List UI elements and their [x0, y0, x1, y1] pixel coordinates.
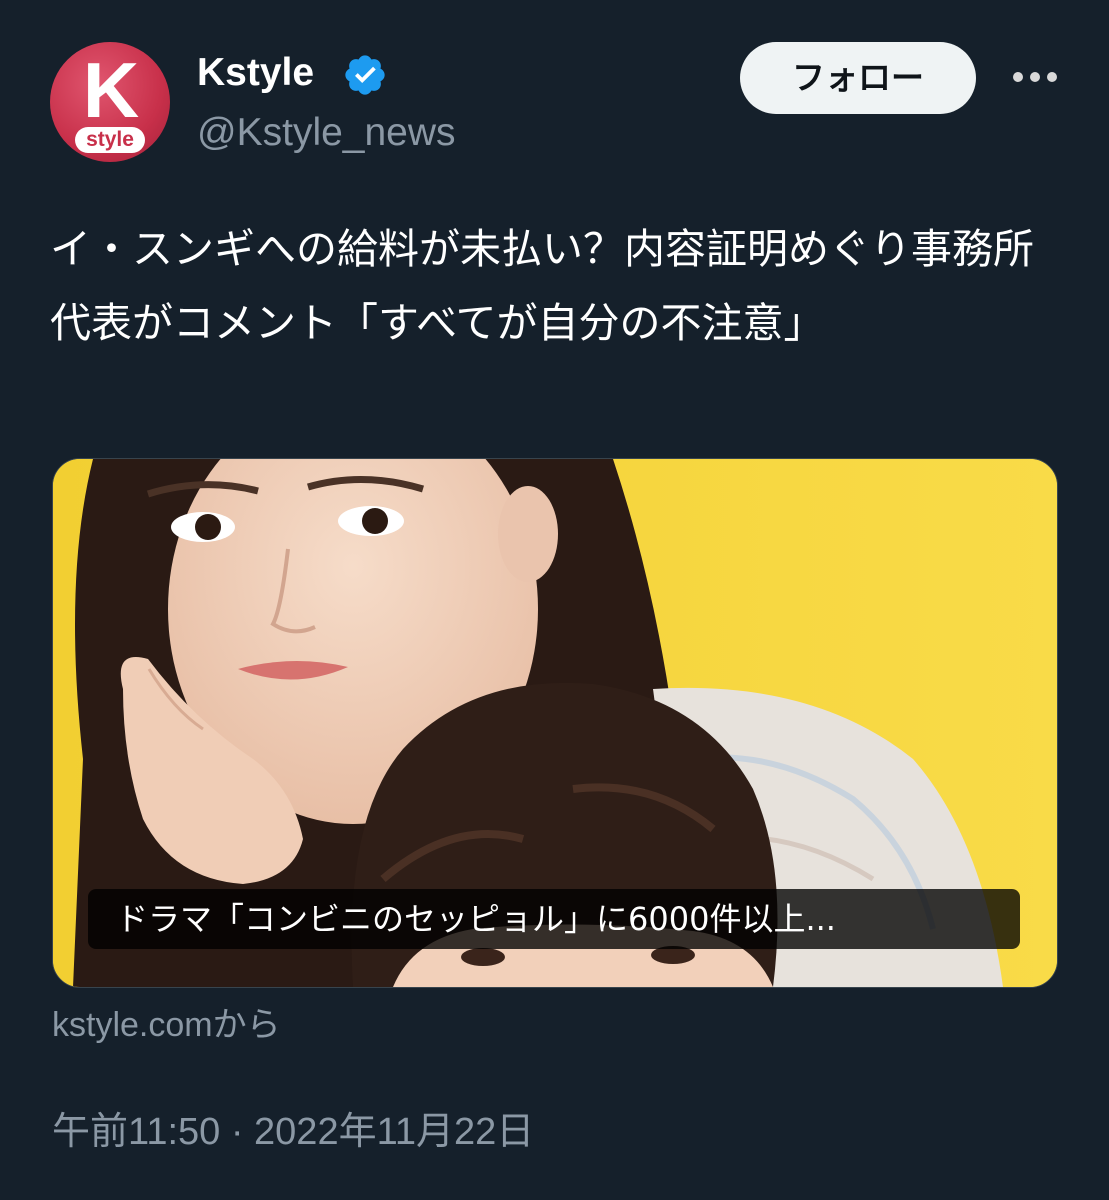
follow-button[interactable]: フォロー	[740, 42, 976, 114]
author-handle[interactable]: @Kstyle_news	[197, 110, 456, 156]
more-dot	[1047, 72, 1057, 82]
link-preview-card[interactable]: ドラマ「コンビニのセッピョル」に6000件以上...	[52, 458, 1058, 988]
author-avatar[interactable]: K style	[50, 42, 170, 162]
link-source[interactable]: kstyle.comから	[52, 1003, 281, 1047]
more-dot	[1013, 72, 1023, 82]
avatar-logo-sublabel: style	[75, 127, 145, 153]
verified-badge-icon	[345, 55, 385, 95]
more-options-icon[interactable]	[1003, 58, 1063, 98]
tweet-text: イ・スンギへの給料が未払い？内容証明めぐり事務所代表がコメント「すべてが自分の不…	[50, 225, 1034, 347]
card-caption: ドラマ「コンビニのセッピョル」に6000件以上...	[88, 889, 1020, 949]
tweet-timestamp[interactable]: 午前11:50 · 2022年11月22日	[52, 1108, 534, 1156]
more-dot	[1030, 72, 1040, 82]
avatar-logo-letter: K	[82, 46, 139, 134]
tweet-header: K style Kstyle @Kstyle_news フォロー	[0, 0, 1109, 190]
author-display-name[interactable]: Kstyle	[197, 50, 314, 96]
